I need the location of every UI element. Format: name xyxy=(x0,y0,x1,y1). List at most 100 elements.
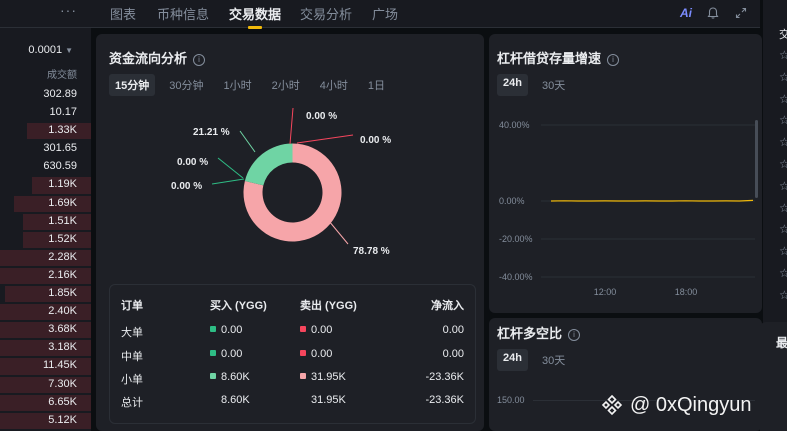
order-type-text: 小单 xyxy=(121,374,143,386)
volume-value: 3.68K xyxy=(48,323,77,336)
more-dots-icon[interactable]: ··· xyxy=(60,2,77,18)
volume-row[interactable]: 1.69K xyxy=(0,195,91,213)
tab-trading-data[interactable]: 交易数据 xyxy=(229,4,281,29)
volume-row[interactable]: 5.12K xyxy=(0,412,91,430)
sell-amount-text: 31.95K xyxy=(311,371,346,383)
depth-bar xyxy=(0,249,91,266)
net-inflow-text: -23.36K xyxy=(425,371,464,383)
favorite-star-icon[interactable]: ☆ xyxy=(779,244,787,258)
favorite-star-icon[interactable]: ☆ xyxy=(779,222,787,236)
fund-flow-title: 资金流向分析 i xyxy=(109,48,206,67)
fund-flow-period-chip[interactable]: 1小时 xyxy=(218,74,258,96)
fund-flow-period-chip[interactable]: 4小时 xyxy=(314,74,354,96)
volume-row[interactable]: 3.68K xyxy=(0,321,91,339)
watermark: @ 0xQingyun xyxy=(600,393,751,417)
expand-icon[interactable] xyxy=(734,6,748,20)
legend-swatch xyxy=(210,350,216,356)
fund-flow-period-chip[interactable]: 2小时 xyxy=(266,74,306,96)
margin-growth-periods: 24h 30天 xyxy=(497,74,571,96)
legend-swatch xyxy=(210,373,216,379)
bell-icon[interactable] xyxy=(706,6,720,20)
tab-trading-analysis[interactable]: 交易分析 xyxy=(300,4,352,23)
margin-ratio-period-chip[interactable]: 30天 xyxy=(536,349,571,371)
caret-down-icon: ▼ xyxy=(65,46,73,55)
column-header: 买入 (YGG) xyxy=(210,300,267,312)
fund-flow-period-chip[interactable]: 1日 xyxy=(362,74,391,96)
volume-value: 301.65 xyxy=(43,142,77,155)
volume-value: 1.52K xyxy=(48,232,77,245)
net-inflow-text: 0.00 xyxy=(442,324,464,336)
margin-growth-period-chip[interactable]: 24h xyxy=(497,74,528,96)
volume-row[interactable]: 302.89 xyxy=(0,86,91,104)
fund-flow-period-chip[interactable]: 30分钟 xyxy=(163,74,209,96)
margin-ratio-period-chip[interactable]: 24h xyxy=(497,349,528,371)
depth-bar xyxy=(0,340,91,357)
info-icon[interactable]: i xyxy=(193,54,206,66)
series-line xyxy=(550,199,754,202)
margin-growth-title-text: 杠杆借贷存量增速 xyxy=(497,51,602,66)
order-type: 中单 xyxy=(121,348,143,364)
volume-value: 6.65K xyxy=(48,395,77,408)
favorite-star-icon[interactable]: ☆ xyxy=(779,92,787,106)
tab-square[interactable]: 广场 xyxy=(372,4,398,23)
volume-row[interactable]: 1.85K xyxy=(0,285,91,303)
donut-label: 0.00 % xyxy=(360,135,392,146)
volume-row[interactable]: 10.17 xyxy=(0,104,91,122)
volume-list: 302.89 10.17 1.33K 301.65 630.59 1.19K 1.69K 1.… xyxy=(0,86,91,430)
y-tick-label: 0.00% xyxy=(499,196,525,206)
sell-amount-text: 31.95K xyxy=(311,394,346,406)
order-type-text: 中单 xyxy=(121,351,143,363)
volume-row[interactable]: 1.19K xyxy=(0,176,91,194)
volume-row[interactable]: 1.52K xyxy=(0,231,91,249)
volume-row[interactable]: 6.65K xyxy=(0,394,91,412)
volume-row[interactable]: 3.18K xyxy=(0,339,91,357)
tab-chart[interactable]: 图表 xyxy=(110,4,136,23)
favorite-star-icon[interactable]: ☆ xyxy=(779,201,787,215)
favorite-star-icon[interactable]: ☆ xyxy=(779,48,787,62)
volume-row[interactable]: 301.65 xyxy=(0,140,91,158)
net-inflow-text: 0.00 xyxy=(442,348,464,360)
volume-value: 10.17 xyxy=(49,106,77,119)
sell-amount: 0.00 xyxy=(300,348,332,360)
margin-growth-period-chip[interactable]: 30天 xyxy=(536,74,571,96)
fund-flow-period-chip[interactable]: 15分钟 xyxy=(109,74,156,96)
volume-row[interactable]: 7.30K xyxy=(0,376,91,394)
tab-bar: 图表 币种信息 交易数据 交易分析 广场 Ai xyxy=(91,0,760,29)
scrollbar[interactable] xyxy=(755,120,758,198)
volume-row[interactable]: 11.45K xyxy=(0,357,91,375)
volume-value: 11.45K xyxy=(42,359,77,372)
volume-row[interactable]: 630.59 xyxy=(0,158,91,176)
legend-swatch xyxy=(300,350,306,356)
net-inflow: 0.00 xyxy=(443,324,464,336)
favorite-star-icon[interactable]: ☆ xyxy=(779,135,787,149)
favorite-star-icon[interactable]: ☆ xyxy=(779,113,787,127)
ai-icon[interactable]: Ai xyxy=(680,6,692,20)
donut-label: 0.00 % xyxy=(171,181,203,192)
buy-amount: 0.00 xyxy=(210,324,242,336)
order-type-text: 总计 xyxy=(121,397,143,409)
volume-row[interactable]: 1.51K xyxy=(0,213,91,231)
volume-row[interactable]: 1.33K xyxy=(0,122,91,140)
tab-coin-info[interactable]: 币种信息 xyxy=(157,4,209,23)
margin-growth-line-chart: 40.00% 0.00% -20.00% -40.00% 12:00 18:00 xyxy=(499,120,755,297)
net-inflow: -23.36K xyxy=(425,394,464,406)
favorite-star-icon[interactable]: ☆ xyxy=(779,266,787,280)
favorite-star-icon[interactable]: ☆ xyxy=(779,157,787,171)
info-icon[interactable]: i xyxy=(568,329,581,341)
right-bottom-card: 最 xyxy=(760,322,787,431)
volume-row[interactable]: 2.40K xyxy=(0,303,91,321)
favorite-star-icon[interactable]: ☆ xyxy=(779,70,787,84)
volume-row[interactable]: 2.16K xyxy=(0,267,91,285)
y-tick-label: 40.00% xyxy=(499,120,530,130)
precision-select[interactable]: 0.0001 ▼ xyxy=(28,44,73,56)
legend-swatch xyxy=(300,326,306,332)
volume-value: 630.59 xyxy=(43,160,77,173)
donut-label: 78.78 % xyxy=(353,246,390,257)
info-icon[interactable]: i xyxy=(607,54,620,66)
order-type: 大单 xyxy=(121,324,143,340)
favorite-star-icon[interactable]: ☆ xyxy=(779,179,787,193)
volume-row[interactable]: 2.28K xyxy=(0,249,91,267)
favorite-star-icon[interactable]: ☆ xyxy=(779,288,787,302)
depth-bar xyxy=(0,394,91,411)
volume-value: 5.12K xyxy=(48,413,77,426)
